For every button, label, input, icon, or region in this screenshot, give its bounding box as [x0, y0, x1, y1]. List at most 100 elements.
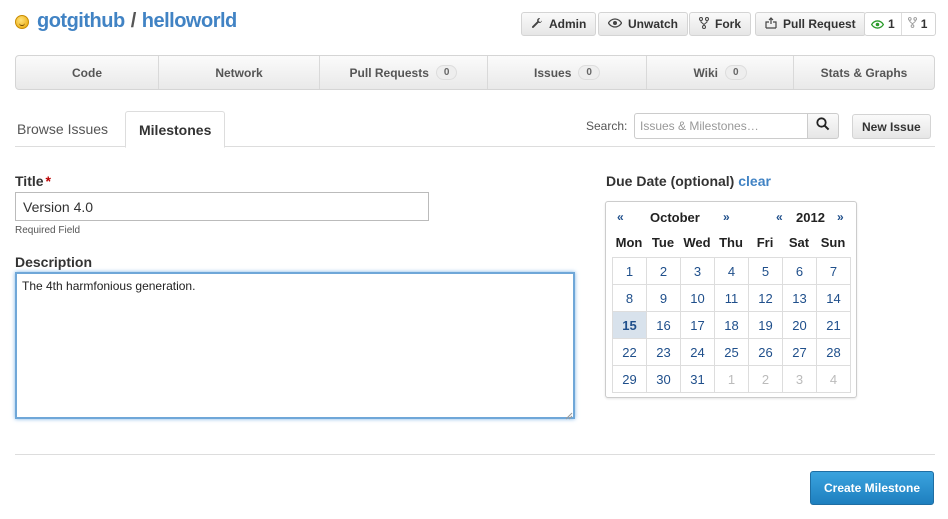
forks-stat[interactable]: 1 — [900, 13, 934, 35]
owner-avatar-icon — [15, 14, 29, 29]
next-month-button[interactable]: » — [723, 210, 730, 224]
title-field[interactable] — [15, 192, 429, 221]
clear-date-link[interactable]: clear — [738, 173, 771, 189]
calendar-day[interactable]: 16 — [647, 312, 681, 339]
issues-count-badge: 0 — [578, 65, 600, 80]
weekday-label: Fri — [756, 235, 774, 250]
calendar-year: 2012 — [796, 210, 825, 225]
calendar-day[interactable]: 9 — [647, 285, 681, 312]
calendar-day[interactable]: 5 — [749, 258, 783, 285]
calendar-day[interactable]: 12 — [749, 285, 783, 312]
calendar-day[interactable]: 11 — [715, 285, 749, 312]
calendar-day[interactable]: 1 — [613, 258, 647, 285]
search-input[interactable] — [634, 113, 808, 139]
forks-fork-icon — [907, 17, 917, 31]
pull-request-label: Pull Request — [783, 17, 856, 31]
repo-stats: 1 1 — [864, 12, 936, 36]
calendar-day[interactable]: 4 — [715, 258, 749, 285]
fork-button[interactable]: Fork — [689, 12, 752, 36]
calendar-day[interactable]: 23 — [647, 339, 681, 366]
unwatch-label: Unwatch — [628, 17, 679, 31]
repo-title: gotgithub / helloworld — [15, 10, 237, 33]
calendar-day[interactable]: 8 — [613, 285, 647, 312]
forks-count: 1 — [920, 17, 928, 31]
calendar-day[interactable]: 21 — [817, 312, 851, 339]
admin-label: Admin — [549, 17, 587, 31]
calendar-day[interactable]: 20 — [783, 312, 817, 339]
wiki-count-badge: 0 — [725, 65, 747, 80]
calendar-day[interactable]: 24 — [681, 339, 715, 366]
tab-network[interactable]: Network — [159, 56, 320, 89]
calendar-day[interactable]: 17 — [681, 312, 715, 339]
calendar-day[interactable]: 26 — [749, 339, 783, 366]
calendar-day[interactable]: 13 — [783, 285, 817, 312]
tab-code[interactable]: Code — [16, 56, 159, 89]
due-date-label-text: Due Date (optional) — [606, 173, 735, 189]
calendar-day: 3 — [783, 366, 817, 393]
calendar-day[interactable]: 19 — [749, 312, 783, 339]
unwatch-button[interactable]: Unwatch — [598, 12, 689, 36]
calendar-day[interactable]: 18 — [715, 312, 749, 339]
calendar-day[interactable]: 15 — [613, 312, 647, 339]
create-milestone-button[interactable]: Create Milestone — [810, 471, 934, 505]
required-asterisk: * — [45, 173, 51, 189]
calendar-day[interactable]: 22 — [613, 339, 647, 366]
tab-issues[interactable]: Issues 0 — [488, 56, 647, 89]
calendar-day: 4 — [817, 366, 851, 393]
calendar-day[interactable]: 3 — [681, 258, 715, 285]
new-issue-button[interactable]: New Issue — [852, 114, 931, 139]
tab-stats-graphs[interactable]: Stats & Graphs — [794, 56, 934, 89]
tab-wiki-label: Wiki — [693, 65, 718, 80]
calendar-day[interactable]: 2 — [647, 258, 681, 285]
fork-icon — [699, 16, 709, 32]
admin-button[interactable]: Admin — [521, 12, 597, 36]
calendar-day[interactable]: 25 — [715, 339, 749, 366]
tab-pull-requests[interactable]: Pull Requests 0 — [320, 56, 488, 89]
next-year-button[interactable]: » — [837, 210, 844, 224]
new-issue-label: New Issue — [862, 119, 921, 134]
date-picker: « October » « 2012 » Mon Tue Wed Thu Fri Sat S… — [605, 201, 857, 398]
path-separator: / — [130, 10, 137, 32]
calendar-day: 2 — [749, 366, 783, 393]
search-button[interactable] — [807, 113, 839, 139]
calendar-day[interactable]: 6 — [783, 258, 817, 285]
calendar-day[interactable]: 28 — [817, 339, 851, 366]
wrench-icon — [531, 17, 543, 32]
pull-request-button[interactable]: Pull Request — [755, 12, 866, 36]
repo-name-link[interactable]: helloworld — [142, 10, 238, 33]
prev-month-button[interactable]: « — [617, 210, 624, 224]
title-label: Title * — [15, 173, 51, 189]
watchers-stat[interactable]: 1 — [865, 13, 901, 35]
calendar-day[interactable]: 31 — [681, 366, 715, 393]
prev-year-button[interactable]: « — [776, 210, 783, 224]
search-icon — [816, 116, 830, 136]
weekday-label: Mon — [615, 235, 643, 250]
pull-requests-count-badge: 0 — [435, 65, 458, 80]
search-label: Search: — [586, 119, 628, 133]
tab-milestones[interactable]: Milestones — [125, 111, 226, 148]
owner-link[interactable]: gotgithub — [37, 10, 125, 33]
resize-grip-icon[interactable] — [563, 407, 573, 420]
tab-wiki[interactable]: Wiki 0 — [647, 56, 794, 89]
tab-browse-issues[interactable]: Browse Issues — [17, 111, 108, 147]
pull-request-icon — [765, 16, 777, 32]
tab-stats-graphs-label: Stats & Graphs — [820, 65, 908, 80]
weekday-label: Thu — [719, 235, 743, 250]
fork-label: Fork — [715, 17, 742, 31]
calendar-day[interactable]: 7 — [817, 258, 851, 285]
calendar-day[interactable]: 29 — [613, 366, 647, 393]
calendar-day[interactable]: 27 — [783, 339, 817, 366]
calendar-day[interactable]: 14 — [817, 285, 851, 312]
weekday-label: Sat — [788, 235, 810, 250]
weekday-label: Tue — [651, 235, 675, 250]
description-field[interactable]: The 4th harmfonious generation. — [15, 272, 575, 419]
title-label-text: Title — [15, 173, 44, 189]
calendar-month: October — [650, 210, 700, 225]
tab-code-label: Code — [72, 65, 102, 80]
calendar-day[interactable]: 30 — [647, 366, 681, 393]
calendar-day[interactable]: 10 — [681, 285, 715, 312]
weekday-label: Wed — [683, 235, 711, 250]
required-hint: Required Field — [15, 225, 81, 236]
watchers-count: 1 — [888, 17, 895, 31]
calendar-grid: 1 2 3 4 5 6 7 8 9 10 11 12 13 14 15 16 17 18 19 20 21 22 23 24 2… — [612, 257, 851, 393]
